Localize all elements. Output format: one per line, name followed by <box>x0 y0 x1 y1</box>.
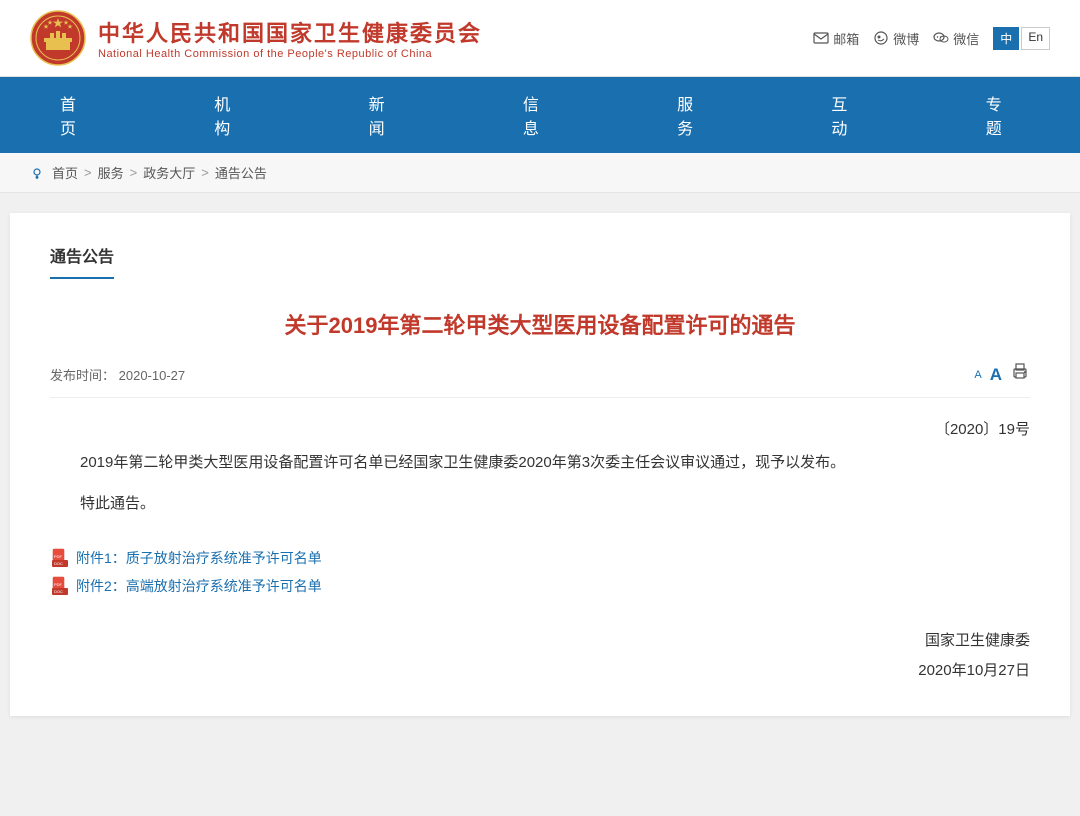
footer-org: 国家卫生健康委 <box>50 626 1030 656</box>
location-icon <box>30 166 44 180</box>
breadcrumb-sep-2: > <box>130 165 138 180</box>
weibo-link[interactable]: 微博 <box>873 29 919 48</box>
weixin-link[interactable]: 微信 <box>933 29 979 48</box>
footer-date: 2020年10月27日 <box>50 656 1030 686</box>
nav-org[interactable]: 机构 <box>154 77 308 153</box>
article-body: 2019年第二轮甲类大型医用设备配置许可名单已经国家卫生健康委2020年第3次委… <box>50 449 1030 518</box>
header-tools: 邮箱 微博 微信 中 En <box>813 27 1050 50</box>
breadcrumb-sep-1: > <box>84 165 92 180</box>
article-meta: 发布时间： 2020-10-27 A A <box>50 362 1030 398</box>
lang-en-button[interactable]: En <box>1021 27 1050 50</box>
email-label: 邮箱 <box>833 29 859 48</box>
publish-info: 发布时间： 2020-10-27 <box>50 365 185 384</box>
article-tools: A A <box>974 362 1030 387</box>
nav-interaction[interactable]: 互动 <box>771 77 925 153</box>
site-header: 中华人民共和国国家卫生健康委员会 National Health Commiss… <box>0 0 1080 77</box>
lang-zh-button[interactable]: 中 <box>993 27 1019 50</box>
breadcrumb-sep-3: > <box>201 165 209 180</box>
print-button[interactable] <box>1010 362 1030 387</box>
svg-text:PDF: PDF <box>54 582 63 587</box>
body-paragraph-1: 2019年第二轮甲类大型医用设备配置许可名单已经国家卫生健康委2020年第3次委… <box>50 449 1030 478</box>
language-switcher[interactable]: 中 En <box>993 27 1050 50</box>
attachments-list: PDF DOC 附件1：质子放射治疗系统准予许可名单 PDF DOC 附件2：高… <box>50 548 1030 596</box>
attachment-label-1: 附件1：质子放射治疗系统准予许可名单 <box>76 548 322 568</box>
nav-news[interactable]: 新闻 <box>309 77 463 153</box>
weibo-icon <box>873 30 889 46</box>
section-title: 通告公告 <box>50 243 114 279</box>
attachment-icon-1: PDF DOC <box>50 548 70 568</box>
main-nav: 首页 机构 新闻 信息 服务 互动 专题 <box>0 77 1080 153</box>
nav-service[interactable]: 服务 <box>617 77 771 153</box>
email-link[interactable]: 邮箱 <box>813 29 859 48</box>
attachment-item-1[interactable]: PDF DOC 附件1：质子放射治疗系统准予许可名单 <box>50 548 1030 568</box>
weixin-icon <box>933 30 949 46</box>
attachment-label-2: 附件2：高端放射治疗系统准予许可名单 <box>76 576 322 596</box>
breadcrumb-service[interactable]: 服务 <box>98 163 124 182</box>
nav-special[interactable]: 专题 <box>926 77 1080 153</box>
breadcrumb-current: 通告公告 <box>215 163 267 182</box>
publish-label: 发布时间： <box>50 368 115 383</box>
font-increase-button[interactable]: A <box>990 365 1002 385</box>
org-title-en: National Health Commission of the People… <box>98 48 482 60</box>
national-emblem <box>30 10 86 66</box>
breadcrumb-gov-hall[interactable]: 政务大厅 <box>143 163 195 182</box>
breadcrumb: 首页 > 服务 > 政务大厅 > 通告公告 <box>0 153 1080 193</box>
main-content: 通告公告 关于2019年第二轮甲类大型医用设备配置许可的通告 发布时间： 202… <box>10 213 1070 716</box>
svg-text:DOC: DOC <box>54 589 63 594</box>
article-title: 关于2019年第二轮甲类大型医用设备配置许可的通告 <box>50 309 1030 342</box>
doc-number: 〔2020〕19号 <box>50 418 1030 439</box>
publish-date: 2020-10-27 <box>119 368 186 383</box>
body-paragraph-2: 特此通告。 <box>50 490 1030 519</box>
email-icon <box>813 30 829 46</box>
nav-home[interactable]: 首页 <box>0 77 154 153</box>
logo-area: 中华人民共和国国家卫生健康委员会 National Health Commiss… <box>30 10 482 66</box>
org-title-block: 中华人民共和国国家卫生健康委员会 National Health Commiss… <box>98 16 482 60</box>
nav-info[interactable]: 信息 <box>463 77 617 153</box>
org-title-cn: 中华人民共和国国家卫生健康委员会 <box>98 16 482 48</box>
svg-text:DOC: DOC <box>54 561 63 566</box>
svg-text:PDF: PDF <box>54 554 63 559</box>
weibo-label: 微博 <box>893 29 919 48</box>
article-footer: 国家卫生健康委 2020年10月27日 <box>50 626 1030 686</box>
weixin-label: 微信 <box>953 29 979 48</box>
print-icon <box>1010 362 1030 382</box>
font-decrease-button[interactable]: A <box>974 369 981 381</box>
attachment-icon-2: PDF DOC <box>50 576 70 596</box>
attachment-item-2[interactable]: PDF DOC 附件2：高端放射治疗系统准予许可名单 <box>50 576 1030 596</box>
breadcrumb-home[interactable]: 首页 <box>52 163 78 182</box>
